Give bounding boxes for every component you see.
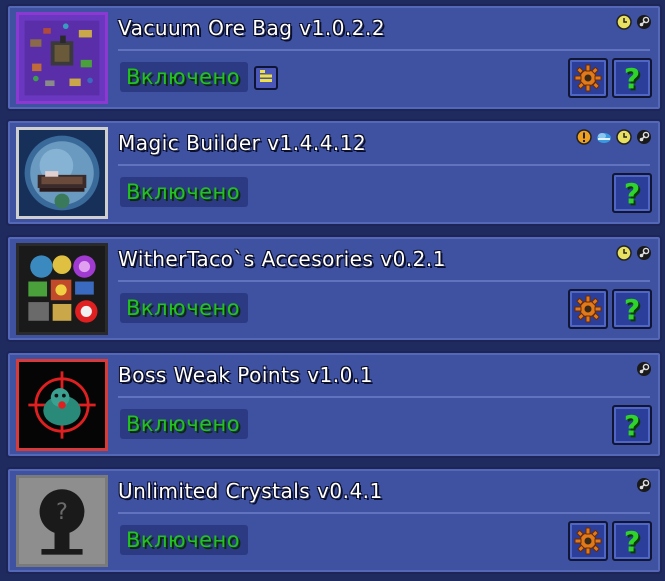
gear-icon bbox=[573, 294, 603, 324]
config-button[interactable] bbox=[568, 289, 608, 329]
tag-icons bbox=[576, 129, 652, 145]
mod-list: Vacuum Ore Bag v1.0.2.2 Включено ? Magic… bbox=[0, 0, 665, 581]
clock-icon bbox=[616, 129, 632, 145]
mod-row-boss-weak-points[interactable]: Boss Weak Points v1.0.1 Включено ? bbox=[6, 351, 662, 458]
help-button[interactable]: ? bbox=[612, 289, 652, 329]
steam-icon bbox=[636, 477, 652, 493]
status-badge[interactable]: Включено bbox=[120, 177, 248, 207]
help-question-mark: ? bbox=[623, 176, 641, 210]
clock-icon bbox=[616, 245, 632, 261]
help-question-mark: ? bbox=[623, 408, 641, 442]
divider bbox=[118, 164, 650, 166]
mod-thumbnail bbox=[16, 12, 108, 104]
gear-icon bbox=[573, 63, 603, 93]
svg-text:?: ? bbox=[56, 499, 68, 525]
help-question-mark: ? bbox=[623, 61, 641, 95]
status-badge[interactable]: Включено bbox=[120, 409, 248, 439]
mod-thumbnail bbox=[16, 359, 108, 451]
mod-thumbnail: ? bbox=[16, 475, 108, 567]
help-question-mark: ? bbox=[623, 524, 641, 558]
mod-thumbnail bbox=[16, 127, 108, 219]
tag-icons bbox=[636, 477, 652, 493]
mod-thumbnail bbox=[16, 243, 108, 335]
divider bbox=[118, 49, 650, 51]
help-button[interactable]: ? bbox=[612, 58, 652, 98]
mod-title: Unlimited Crystals v0.4.1 bbox=[118, 479, 383, 503]
status-badge[interactable]: Включено bbox=[120, 525, 248, 555]
status-badge[interactable]: Включено bbox=[120, 293, 248, 323]
steam-icon bbox=[636, 14, 652, 30]
steam-icon bbox=[636, 245, 652, 261]
mod-row-vacuum-ore-bag[interactable]: Vacuum Ore Bag v1.0.2.2 Включено ? bbox=[6, 4, 662, 111]
config-button[interactable] bbox=[568, 521, 608, 561]
mod-title: WitherTaco`s Accesories v0.2.1 bbox=[118, 247, 446, 271]
mod-row-withertaco-accesories[interactable]: WitherTaco`s Accesories v0.2.1 Включено … bbox=[6, 235, 662, 342]
steam-icon bbox=[636, 129, 652, 145]
divider bbox=[118, 512, 650, 514]
mod-title: Magic Builder v1.4.4.12 bbox=[118, 131, 367, 155]
help-question-mark: ? bbox=[623, 292, 641, 326]
cloud-icon bbox=[596, 129, 612, 145]
tag-icons bbox=[616, 14, 652, 30]
help-button[interactable]: ? bbox=[612, 405, 652, 445]
mod-row-unlimited-crystals[interactable]: ? Unlimited Crystals v0.4.1 Включено ? bbox=[6, 467, 662, 574]
divider bbox=[118, 280, 650, 282]
steam-icon bbox=[636, 361, 652, 377]
exclamation-icon bbox=[576, 129, 592, 145]
gear-icon bbox=[573, 526, 603, 556]
tag-icons bbox=[616, 245, 652, 261]
mod-row-magic-builder[interactable]: Magic Builder v1.4.4.12 Включено ? bbox=[6, 119, 662, 226]
info-button[interactable] bbox=[254, 66, 278, 90]
config-button[interactable] bbox=[568, 58, 608, 98]
clock-icon bbox=[616, 14, 632, 30]
mod-title: Boss Weak Points v1.0.1 bbox=[118, 363, 373, 387]
divider bbox=[118, 396, 650, 398]
list-icon bbox=[258, 68, 274, 88]
help-button[interactable]: ? bbox=[612, 173, 652, 213]
status-badge[interactable]: Включено bbox=[120, 62, 248, 92]
help-button[interactable]: ? bbox=[612, 521, 652, 561]
mod-title: Vacuum Ore Bag v1.0.2.2 bbox=[118, 16, 386, 40]
tag-icons bbox=[636, 361, 652, 377]
